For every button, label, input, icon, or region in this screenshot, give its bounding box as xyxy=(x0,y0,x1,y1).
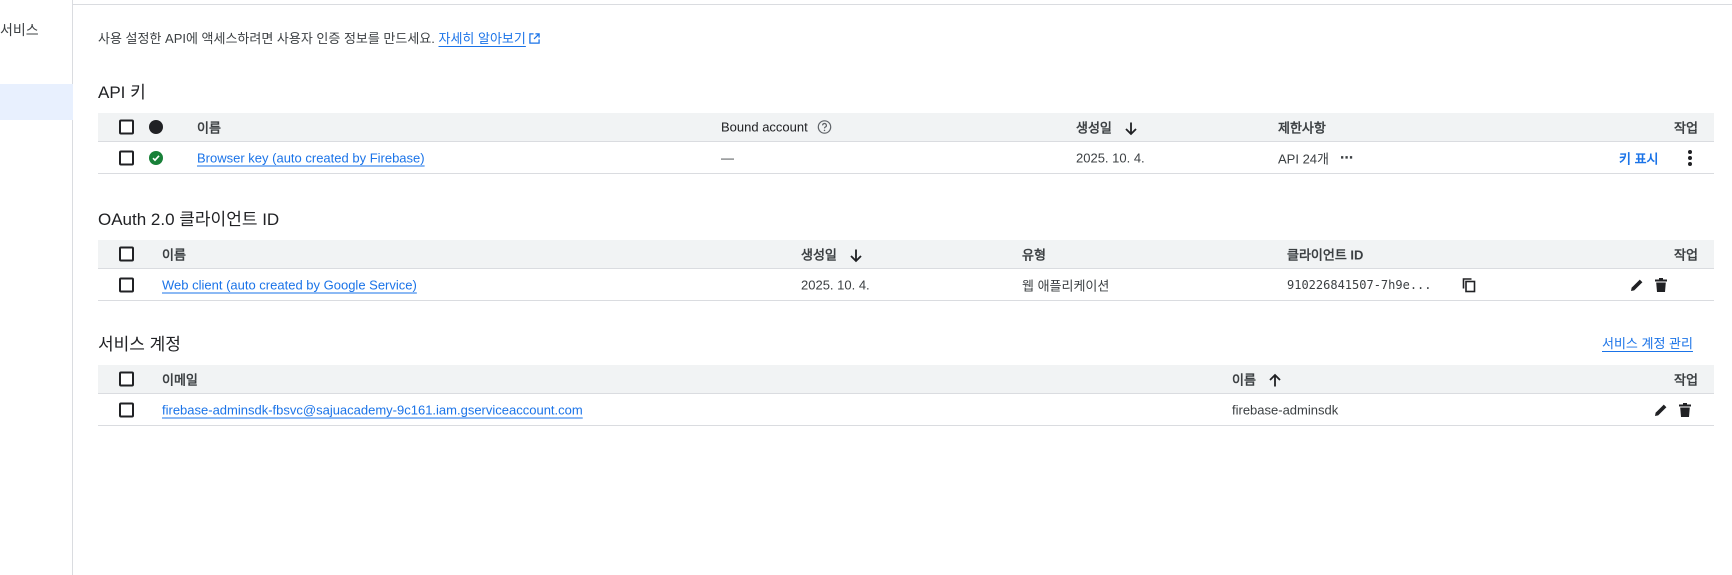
client-id-value: 910226841507-7h9e... xyxy=(1287,277,1432,292)
service-account-name: firebase-adminsdk xyxy=(1232,402,1339,417)
table-row: Web client (auto created by Google Servi… xyxy=(98,269,1714,301)
delete-trash-icon[interactable] xyxy=(1679,402,1691,417)
col-email: 이메일 xyxy=(162,372,198,388)
delete-trash-icon[interactable] xyxy=(1655,277,1667,292)
top-divider xyxy=(73,4,1732,5)
oauth-title: OAuth 2.0 클라이언트 ID xyxy=(98,210,280,229)
check-circle-icon xyxy=(149,150,163,165)
oauth-table-header: 이름 생성일 유형 클라이언트 ID 작업 xyxy=(98,240,1714,269)
arrow-up-icon xyxy=(1268,373,1281,387)
select-all-checkbox[interactable] xyxy=(119,119,134,135)
intro-text: 사용 설정한 API에 액세스하려면 사용자 인증 정보를 만드세요. 자세히 … xyxy=(98,28,540,47)
col-client-id: 클라이언트 ID xyxy=(1287,247,1364,263)
select-all-checkbox[interactable] xyxy=(119,246,134,262)
service-accounts-title: 서비스 계정 xyxy=(98,335,181,354)
learn-more-link[interactable]: 자세히 알아보기 xyxy=(439,31,526,46)
api-keys-table-header: 이름 Bound account 생성일 제한사항 작업 xyxy=(98,113,1714,142)
edit-pencil-icon[interactable] xyxy=(1630,278,1644,292)
external-link-icon xyxy=(529,33,540,44)
sidebar-item-credentials-active[interactable] xyxy=(0,84,73,120)
client-type: 웹 애플리케이션 xyxy=(1022,278,1110,293)
created-date: 2025. 10. 4. xyxy=(1076,150,1145,165)
row-checkbox[interactable] xyxy=(119,402,134,417)
col-actions: 작업 xyxy=(1674,372,1698,388)
service-account-email-link[interactable]: firebase-adminsdk-fbsvc@sajuacademy-9c16… xyxy=(162,402,583,417)
status-dot-icon xyxy=(149,120,163,134)
restrictions-value: API 24개 xyxy=(1278,151,1329,166)
oauth-client-name-link[interactable]: Web client (auto created by Google Servi… xyxy=(162,277,417,292)
row-checkbox[interactable] xyxy=(119,277,134,292)
sidebar-item-services-label[interactable]: 서비스 xyxy=(0,20,39,40)
col-actions: 작업 xyxy=(1674,120,1698,136)
created-date: 2025. 10. 4. xyxy=(801,277,870,292)
col-name: 이름 xyxy=(197,120,221,136)
col-type: 유형 xyxy=(1022,247,1046,263)
select-all-checkbox[interactable] xyxy=(119,371,134,387)
more-horiz-icon[interactable]: ⋯ xyxy=(1340,150,1354,166)
row-checkbox[interactable] xyxy=(119,150,134,165)
table-row: firebase-adminsdk-fbsvc@sajuacademy-9c16… xyxy=(98,394,1714,426)
col-name: 이름 xyxy=(162,247,186,263)
copy-icon[interactable] xyxy=(1462,277,1476,292)
col-restrictions: 제한사항 xyxy=(1278,120,1326,136)
col-created[interactable]: 생성일 xyxy=(1076,118,1138,137)
help-icon[interactable] xyxy=(817,120,832,135)
table-row: Browser key (auto created by Firebase) —… xyxy=(98,142,1714,174)
api-keys-title: API 키 xyxy=(98,83,146,102)
arrow-down-icon xyxy=(1124,122,1137,136)
col-name[interactable]: 이름 xyxy=(1232,370,1282,389)
show-key-button[interactable]: 키 표시 xyxy=(1619,148,1659,167)
manage-service-accounts-link[interactable]: 서비스 계정 관리 xyxy=(1602,333,1693,352)
service-accounts-table-header: 이메일 이름 작업 xyxy=(98,365,1714,394)
left-sidebar: 서비스 xyxy=(0,0,73,575)
api-key-name-link[interactable]: Browser key (auto created by Firebase) xyxy=(197,150,425,165)
col-actions: 작업 xyxy=(1674,247,1698,263)
intro-description: 사용 설정한 API에 액세스하려면 사용자 인증 정보를 만드세요. xyxy=(98,31,435,46)
bound-account-value: — xyxy=(721,150,734,165)
arrow-down-icon xyxy=(849,249,862,263)
col-bound-account: Bound account xyxy=(721,120,832,135)
col-created[interactable]: 생성일 xyxy=(801,245,863,264)
more-vert-icon[interactable] xyxy=(1687,149,1693,167)
edit-pencil-icon[interactable] xyxy=(1654,403,1668,417)
